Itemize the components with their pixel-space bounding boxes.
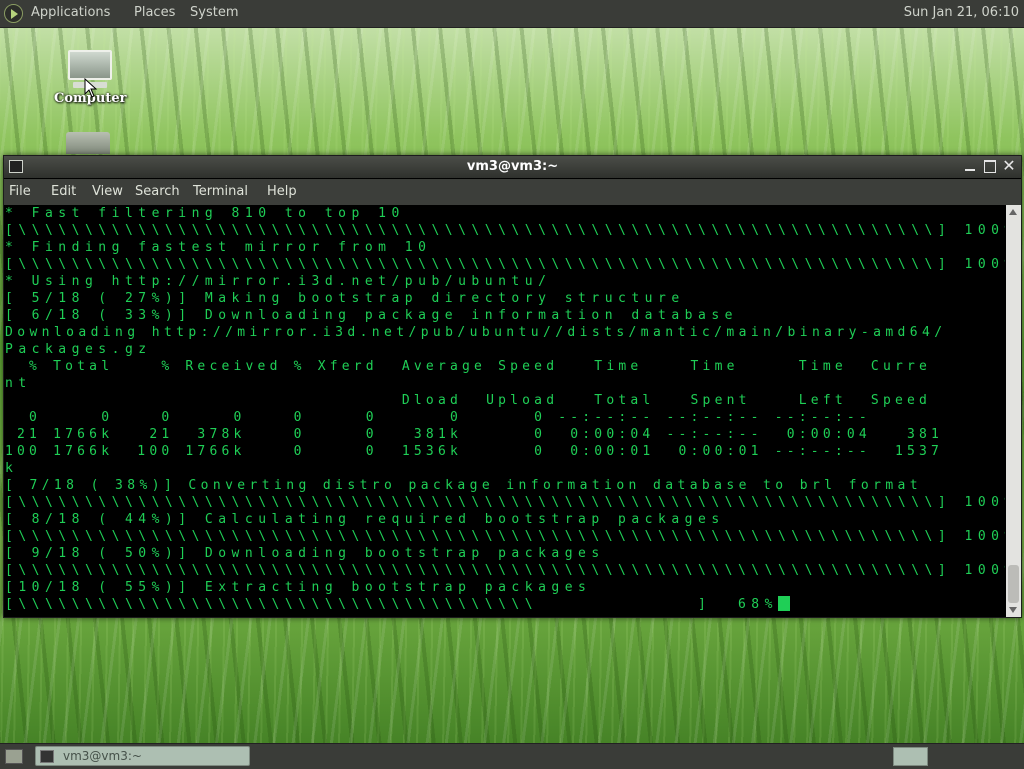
applications-menu[interactable]: Applications xyxy=(31,5,110,20)
terminal-line: Downloading http://mirror.i3d.net/pub/ub… xyxy=(4,324,1005,341)
minimize-button[interactable] xyxy=(963,159,977,173)
close-button[interactable]: ✕ xyxy=(1002,158,1016,174)
terminal-line-text: 100 1766k 100 1766k 0 0 1536k 0 0:00:01 … xyxy=(5,444,944,459)
top-panel: Applications Places System Sun Jan 21, 0… xyxy=(0,0,1024,28)
terminal-line-text: [ 7/18 ( 38%)] Converting distro package… xyxy=(5,478,922,493)
scroll-down-arrow-icon[interactable] xyxy=(1009,607,1017,613)
terminal-menubar: File Edit View Search Terminal Help xyxy=(4,179,1021,205)
terminal-line-text: [\\\\\\\\\\\\\\\\\\\\\\\\\\\\\\\\\\\\\\\… xyxy=(5,529,1005,544)
terminal-line-text: nt xyxy=(5,376,32,391)
terminal-line: % Total % Received % Xferd Average Speed… xyxy=(4,358,1005,375)
terminal-line-text: [10/18 ( 55%)] Extracting bootstrap pack… xyxy=(5,580,592,595)
distro-logo-icon[interactable] xyxy=(4,4,23,23)
show-desktop-button[interactable] xyxy=(5,749,23,764)
terminal-line-text: [ 8/18 ( 44%)] Calculating required boot… xyxy=(5,512,725,527)
terminal-line: Dload Upload Total Spent Left Speed xyxy=(4,392,1005,409)
terminal-line-text: % Total % Received % Xferd Average Speed… xyxy=(5,359,932,374)
mouse-pointer-icon xyxy=(84,78,98,98)
computer-icon xyxy=(68,50,112,80)
scroll-up-arrow-icon[interactable] xyxy=(1009,209,1017,215)
terminal-window[interactable]: vm3@vm3:~ ✕ File Edit View Search Termin… xyxy=(3,155,1022,618)
terminal-line-text: [\\\\\\\\\\\\\\\\\\\\\\\\\\\\\\\\\\\\\\\… xyxy=(5,223,1005,238)
terminal-line-text: Dload Upload Total Spent Left Speed xyxy=(5,393,932,408)
terminal-line: [\\\\\\\\\\\\\\\\\\\\\\\\\\\\\\\\\\\\\\\… xyxy=(4,494,1005,511)
terminal-line-text: Packages.gz xyxy=(5,342,152,357)
bottom-panel: vm3@vm3:~ xyxy=(0,743,1024,769)
terminal-line: [\\\\\\\\\\\\\\\\\\\\\\\\\\\\\\\\\\\\\\\… xyxy=(4,222,1005,239)
terminal-line: [\\\\\\\\\\\\\\\\\\\\\\\\\\\\\\\\\\\\\\\… xyxy=(4,596,1005,613)
menu-search[interactable]: Search xyxy=(135,184,180,199)
terminal-cursor xyxy=(777,596,790,611)
menu-edit[interactable]: Edit xyxy=(51,184,76,199)
scrollbar-thumb[interactable] xyxy=(1008,565,1019,603)
terminal-line-text: * Finding fastest mirror from 10 xyxy=(5,240,432,255)
terminal-line-text: Downloading http://mirror.i3d.net/pub/ub… xyxy=(5,325,947,340)
workspace-switcher[interactable] xyxy=(893,747,928,766)
terminal-line-text: 21 1766k 21 378k 0 0 381k 0 0:00:04 --:-… xyxy=(5,427,944,442)
terminal-line: [ 5/18 ( 27%)] Making bootstrap director… xyxy=(4,290,1005,307)
terminal-line-text: [ 5/18 ( 27%)] Making bootstrap director… xyxy=(5,291,685,306)
terminal-line: [ 9/18 ( 50%)] Downloading bootstrap pac… xyxy=(4,545,1005,562)
terminal-line-text: * Fast filtering 810 to top 10 xyxy=(5,206,405,221)
maximize-button[interactable] xyxy=(983,159,997,173)
terminal-line-text: [\\\\\\\\\\\\\\\\\\\\\\\\\\\\\\\\\\\\\\\… xyxy=(5,597,778,612)
menu-terminal[interactable]: Terminal xyxy=(193,184,248,199)
places-menu[interactable]: Places xyxy=(134,5,175,20)
menu-file[interactable]: File xyxy=(9,184,31,199)
terminal-line: 0 0 0 0 0 0 0 0 --:--:-- --:--:-- --:--:… xyxy=(4,409,1005,426)
clock[interactable]: Sun Jan 21, 06:10 xyxy=(904,5,1019,20)
terminal-task-icon xyxy=(40,750,54,763)
terminal-line: [10/18 ( 55%)] Extracting bootstrap pack… xyxy=(4,579,1005,596)
terminal-line: [\\\\\\\\\\\\\\\\\\\\\\\\\\\\\\\\\\\\\\\… xyxy=(4,562,1005,579)
terminal-line: 21 1766k 21 378k 0 0 381k 0 0:00:04 --:-… xyxy=(4,426,1005,443)
terminal-line: [ 8/18 ( 44%)] Calculating required boot… xyxy=(4,511,1005,528)
folder-icon[interactable] xyxy=(66,132,110,154)
window-titlebar[interactable]: vm3@vm3:~ ✕ xyxy=(4,156,1021,178)
terminal-line: * Fast filtering 810 to top 10 xyxy=(4,205,1005,222)
taskbar-window-button[interactable]: vm3@vm3:~ xyxy=(35,746,250,766)
terminal-line-text: * Using http://mirror.i3d.net/pub/ubuntu… xyxy=(5,274,552,289)
terminal-line-text: [\\\\\\\\\\\\\\\\\\\\\\\\\\\\\\\\\\\\\\\… xyxy=(5,257,1005,272)
terminal-line: nt xyxy=(4,375,1005,392)
terminal-line-text: 0 0 0 0 0 0 0 0 --:--:-- --:--:-- --:--:… xyxy=(5,410,871,425)
terminal-line: k xyxy=(4,460,1005,477)
terminal-line: [\\\\\\\\\\\\\\\\\\\\\\\\\\\\\\\\\\\\\\\… xyxy=(4,528,1005,545)
terminal-line: Packages.gz xyxy=(4,341,1005,358)
terminal-line-text: [\\\\\\\\\\\\\\\\\\\\\\\\\\\\\\\\\\\\\\\… xyxy=(5,563,1005,578)
terminal-line-text: k xyxy=(5,461,19,476)
window-title: vm3@vm3:~ xyxy=(466,159,559,174)
system-menu[interactable]: System xyxy=(190,5,238,20)
terminal-output[interactable]: * Fast filtering 810 to top 10 [\\\\\\\\\… xyxy=(4,205,1005,616)
terminal-scrollbar[interactable] xyxy=(1006,205,1021,617)
menu-view[interactable]: View xyxy=(92,184,123,199)
terminal-line-text: [\\\\\\\\\\\\\\\\\\\\\\\\\\\\\\\\\\\\\\\… xyxy=(5,495,1005,510)
terminal-line: [ 6/18 ( 33%)] Downloading package infor… xyxy=(4,307,1005,324)
terminal-line: [ 7/18 ( 38%)] Converting distro package… xyxy=(4,477,1005,494)
terminal-line: 100 1766k 100 1766k 0 0 1536k 0 0:00:01 … xyxy=(4,443,1005,460)
terminal-line-text: [ 9/18 ( 50%)] Downloading bootstrap pac… xyxy=(5,546,605,561)
terminal-line-text: [ 6/18 ( 33%)] Downloading package infor… xyxy=(5,308,738,323)
terminal-line: [\\\\\\\\\\\\\\\\\\\\\\\\\\\\\\\\\\\\\\\… xyxy=(4,256,1005,273)
terminal-line: * Using http://mirror.i3d.net/pub/ubuntu… xyxy=(4,273,1005,290)
terminal-line: * Finding fastest mirror from 10 xyxy=(4,239,1005,256)
taskbar-window-label: vm3@vm3:~ xyxy=(63,749,142,763)
menu-help[interactable]: Help xyxy=(267,184,297,199)
